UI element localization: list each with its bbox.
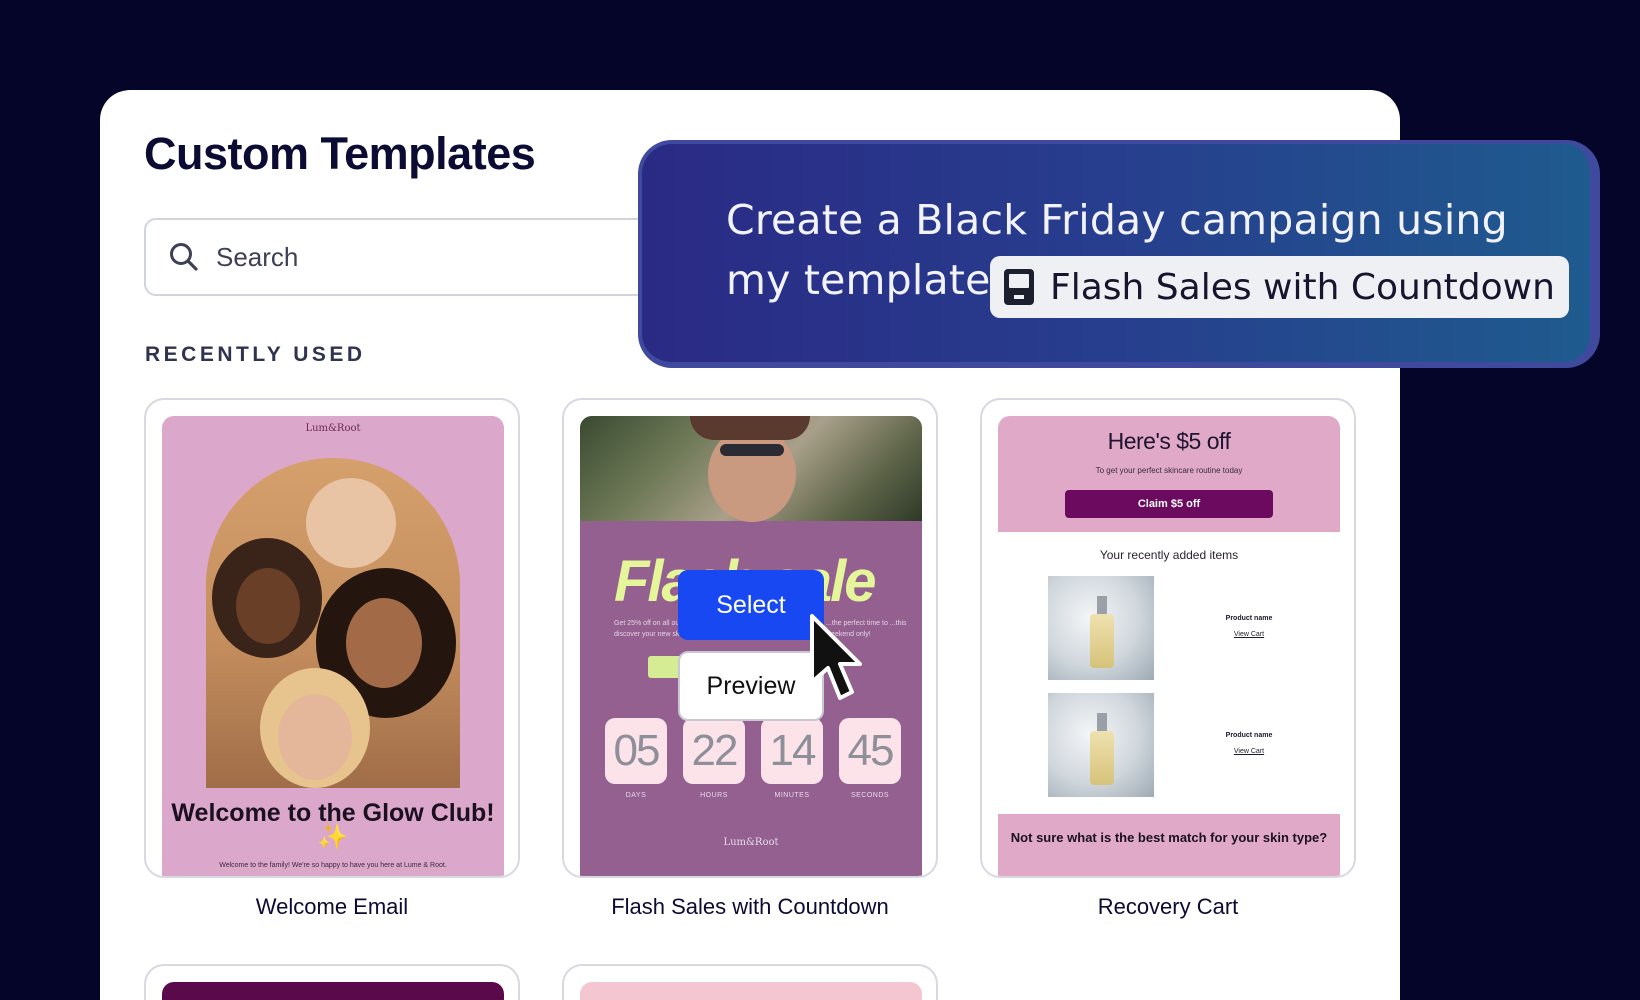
hero-photo <box>580 416 922 522</box>
recent-items-label: Your recently added items <box>1099 548 1239 562</box>
offer-banner: Here's $5 off To get your perfect skinca… <box>998 416 1340 532</box>
template-name[interactable]: Welcome Email <box>144 894 520 920</box>
quiz-headline: Not sure what is the best match for your… <box>1010 830 1328 845</box>
template-icon <box>1004 269 1034 305</box>
email-subtext: Welcome to the family! We're so happy to… <box>219 862 447 869</box>
section-label-recently-used: RECENTLY USED <box>145 343 366 366</box>
preview-button[interactable]: Preview <box>678 651 824 721</box>
brand-logo: Lum&Root <box>723 837 779 848</box>
template-chip[interactable]: Flash Sales with Countdown <box>990 256 1569 318</box>
countdown-label: SECONDS <box>850 792 890 799</box>
product-image <box>1048 693 1154 797</box>
template-card[interactable] <box>144 964 520 1000</box>
countdown-label: HOURS <box>700 792 728 799</box>
prompt-line-1: Create a Black Friday campaign using <box>726 196 1508 244</box>
template-thumbnail <box>580 982 922 1000</box>
view-cart-link: View Cart <box>1233 631 1265 638</box>
offer-headline: Here's $5 off <box>1107 428 1231 454</box>
template-name[interactable]: Recovery Cart <box>980 894 1356 920</box>
countdown-minutes: 14 <box>761 718 823 784</box>
offer-subtext: To get your perfect skincare routine tod… <box>1095 466 1243 475</box>
ai-prompt-bubble: Create a Black Friday campaign using my … <box>638 140 1600 368</box>
template-card-welcome-email[interactable]: Lum&Root Welcome to the Glow Club! ✨ Wel… <box>144 398 520 878</box>
hero-photo <box>206 458 460 788</box>
countdown-label: MINUTES <box>774 792 810 799</box>
countdown-seconds: 45 <box>839 718 901 784</box>
search-placeholder: Search <box>216 241 299 272</box>
template-name[interactable]: Flash Sales with Countdown <box>562 894 938 920</box>
product-image <box>1048 576 1154 680</box>
countdown-label: DAYS <box>625 792 647 799</box>
quiz-banner: Not sure what is the best match for your… <box>998 814 1340 876</box>
page-title: Custom Templates <box>144 128 536 179</box>
email-headline: Welcome to the Glow Club! ✨ <box>171 799 495 851</box>
prompt-line-2: my template <box>726 256 991 304</box>
template-card-recovery-cart[interactable]: Here's $5 off To get your perfect skinca… <box>980 398 1356 878</box>
brand-logo: Lum&Root <box>305 423 361 434</box>
product-name: Product name <box>1225 732 1273 739</box>
template-thumbnail: Here's $5 off To get your perfect skinca… <box>998 416 1340 876</box>
template-chip-label: Flash Sales with Countdown <box>1050 266 1555 308</box>
select-button[interactable]: Select <box>678 570 824 640</box>
template-thumbnail <box>162 982 504 1000</box>
search-input[interactable]: Search <box>144 218 704 296</box>
view-cart-link: View Cart <box>1233 748 1265 755</box>
search-icon <box>170 243 198 271</box>
countdown-hours: 22 <box>683 718 745 784</box>
template-thumbnail: Flash sale Get 25% off on all ou... disc… <box>580 416 922 876</box>
template-card[interactable] <box>562 964 938 1000</box>
countdown-days: 05 <box>605 718 667 784</box>
template-thumbnail: Lum&Root Welcome to the Glow Club! ✨ Wel… <box>162 416 504 876</box>
shop-button <box>648 656 682 678</box>
product-name: Product name <box>1225 615 1273 622</box>
claim-button: Claim $5 off <box>1065 490 1273 518</box>
mouse-pointer-icon <box>810 614 862 700</box>
